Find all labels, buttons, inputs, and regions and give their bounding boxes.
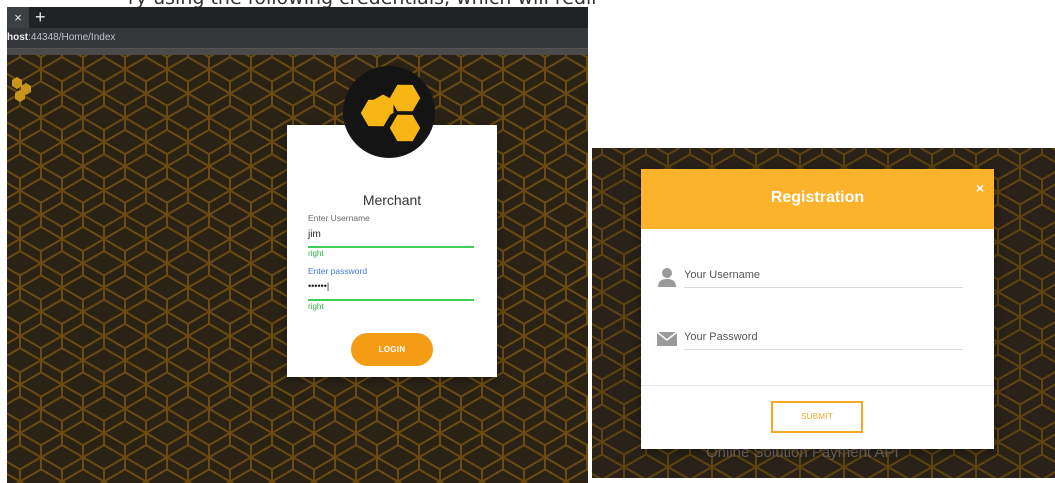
password-underline xyxy=(308,299,474,301)
merchant-login-screenshot: × + host:44348/Home/Index Merchant Enter… xyxy=(7,7,588,483)
registration-modal: Registration × SUBMIT xyxy=(641,169,994,449)
modal-title: Registration xyxy=(770,189,865,206)
new-tab-button[interactable]: + xyxy=(35,7,46,28)
login-title: Merchant xyxy=(362,192,422,208)
login-button[interactable]: LOGIN xyxy=(351,333,433,366)
close-tab-icon[interactable]: × xyxy=(7,7,29,28)
modal-divider xyxy=(641,385,994,386)
username-helper-text: right xyxy=(308,249,324,258)
password-label: Enter password xyxy=(308,266,368,276)
username-underline xyxy=(308,246,474,248)
user-icon xyxy=(658,268,676,287)
url-host: host xyxy=(7,32,29,43)
password-helper-text: right xyxy=(308,302,324,311)
username-label: Enter Username xyxy=(308,213,370,223)
password-input[interactable]: ••••••| xyxy=(308,281,329,291)
username-input[interactable]: jim xyxy=(308,229,321,240)
envelope-icon xyxy=(656,331,678,346)
modal-header: Registration × xyxy=(641,169,994,229)
browser-tab-bar: × + xyxy=(7,7,588,28)
submit-button[interactable]: SUBMIT xyxy=(771,401,863,433)
corner-hex-icon xyxy=(12,77,31,102)
url-text: host:44348/Home/Index xyxy=(7,32,115,43)
password-field xyxy=(656,321,978,361)
username-field xyxy=(656,259,978,299)
registration-screenshot: Online Solution Payment API Registration… xyxy=(592,148,1055,478)
honeycomb-logo xyxy=(343,66,435,158)
close-icon[interactable]: × xyxy=(976,180,984,196)
login-card: Merchant Enter Username jim right Enter … xyxy=(287,125,497,377)
address-bar[interactable]: host:44348/Home/Index xyxy=(7,28,588,49)
url-path: :44348/Home/Index xyxy=(28,32,116,43)
username-input[interactable] xyxy=(684,263,963,288)
password-input[interactable] xyxy=(684,325,963,350)
